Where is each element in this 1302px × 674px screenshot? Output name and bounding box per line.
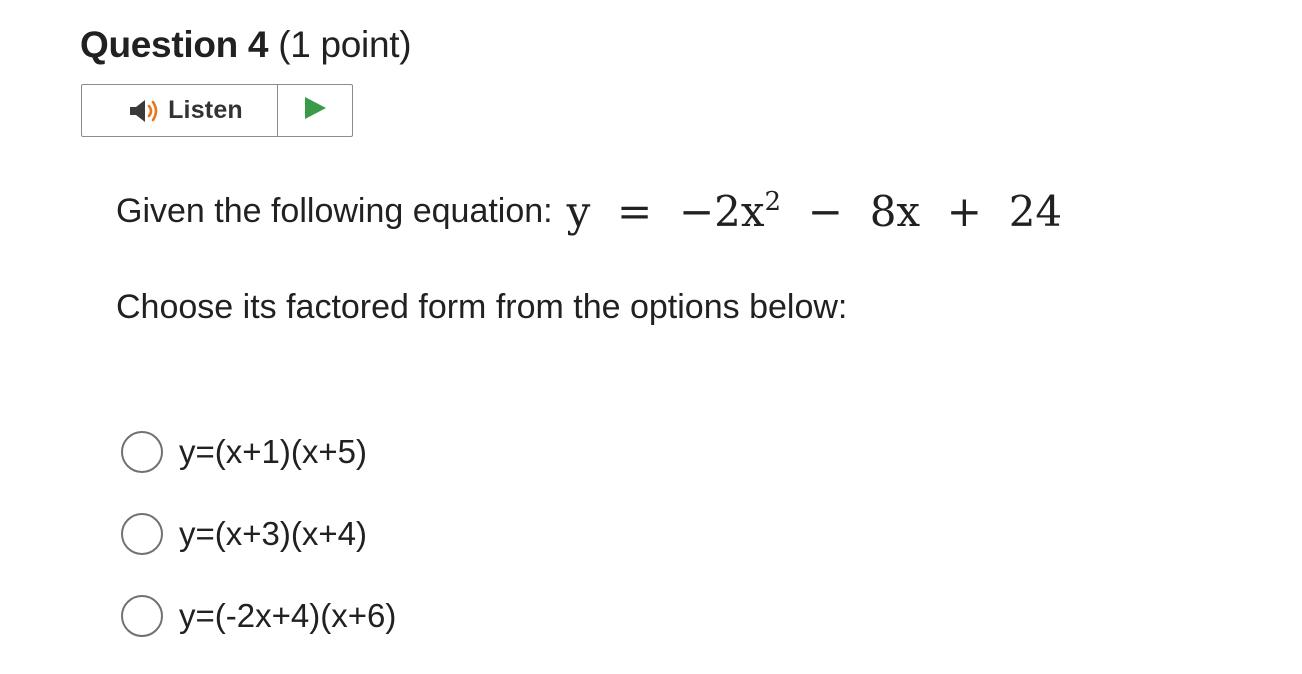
option-3-label[interactable]: y=(-2x+4)(x+6)	[179, 597, 396, 635]
equation-main: y = −2x	[566, 186, 765, 236]
equation-prompt-text: Given the following equation:	[116, 191, 553, 230]
question-points: (1 point)	[278, 24, 412, 65]
equation-exponent: 2	[764, 186, 782, 217]
instruction-text: Choose its factored form from the option…	[116, 288, 848, 326]
equation-tail: − 8x + 24	[781, 186, 1063, 236]
option-2[interactable]: y=(x+3)(x+4)	[121, 506, 396, 562]
question-label: Question 4	[80, 24, 269, 65]
listen-label: Listen	[168, 96, 243, 124]
equation: y = −2x2 − 8x + 24	[567, 187, 1063, 236]
listen-toolbar: Listen	[81, 84, 353, 137]
play-button[interactable]	[278, 85, 352, 136]
option-2-radio[interactable]	[121, 513, 163, 555]
option-2-label[interactable]: y=(x+3)(x+4)	[179, 515, 367, 553]
option-3[interactable]: y=(-2x+4)(x+6)	[121, 588, 396, 644]
answer-options: y=(x+1)(x+5) y=(x+3)(x+4) y=(-2x+4)(x+6)	[121, 424, 396, 670]
option-1-radio[interactable]	[121, 431, 163, 473]
option-3-radio[interactable]	[121, 595, 163, 637]
listen-button[interactable]: Listen	[82, 85, 278, 136]
play-icon	[303, 96, 327, 125]
option-1[interactable]: y=(x+1)(x+5)	[121, 424, 396, 480]
option-1-label[interactable]: y=(x+1)(x+5)	[179, 433, 367, 471]
question-title: Question 4 (1 point)	[80, 22, 412, 68]
equation-prompt: Given the following equation: y = −2x2 −…	[116, 180, 1062, 242]
speaker-icon	[128, 98, 162, 124]
